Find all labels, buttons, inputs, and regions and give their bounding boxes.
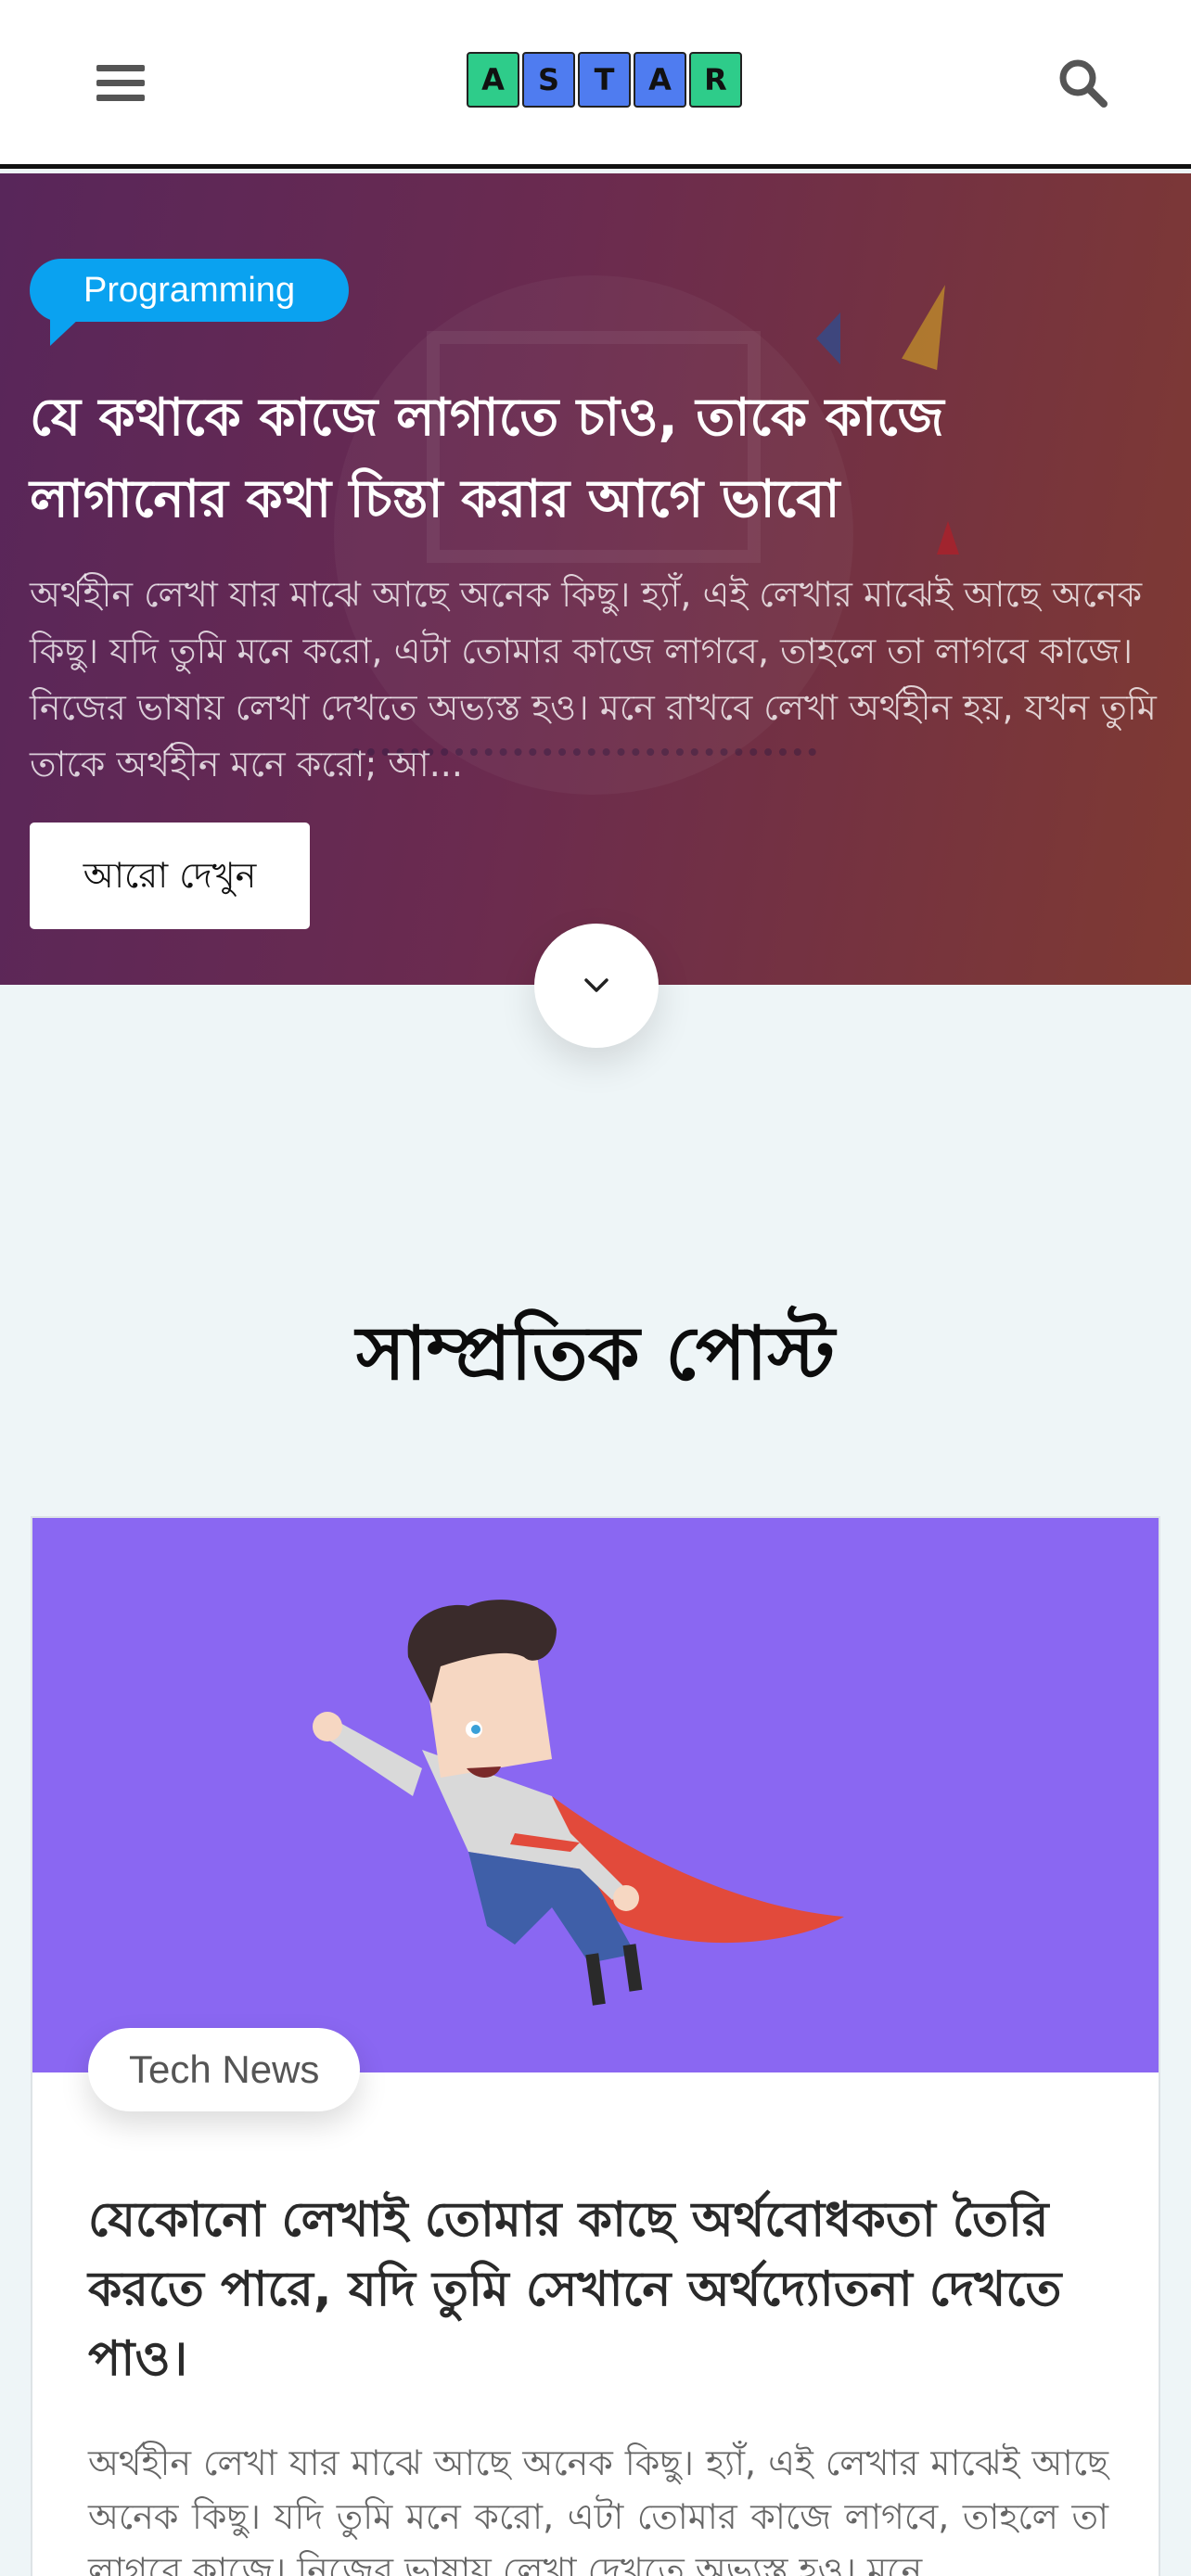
hero-excerpt: অর্থহীন লেখা যার মাঝে আছে অনেক কিছু। হ্য… [30, 574, 1157, 784]
logo-letter: T [578, 52, 631, 108]
superhero-illustration [313, 1600, 844, 2006]
logo-letter: A [467, 52, 519, 108]
hamburger-icon[interactable] [96, 65, 145, 102]
post-title[interactable]: যেকোনো লেখাই তোমার কাছে অর্থবোধকতা তৈরি … [88, 2186, 1127, 2394]
logo-letter: R [689, 52, 742, 108]
post-excerpt: অর্থহীন লেখা যার মাঝে আছে অনেক কিছু। হ্য… [88, 2442, 1108, 2576]
badge-tail [50, 318, 80, 346]
site-logo[interactable]: A S T A R [467, 52, 742, 108]
confetti-shape [902, 279, 963, 370]
featured-post-hero: Programming যে কথাকে কাজে লাগাতে চাও, তা… [0, 173, 1191, 985]
site-header: A S T A R [0, 0, 1191, 169]
section-title: সাম্প্রতিক পোস্ট [356, 1310, 835, 1396]
confetti-shape [816, 312, 840, 364]
chevron-down-icon [584, 978, 608, 992]
logo-letter: S [522, 52, 575, 108]
hero-title[interactable]: যে কথাকে কাজে লাগাতে চাও, তাকে কাজে লাগা… [30, 377, 1143, 541]
post-card[interactable]: Tech News যেকোনো লেখাই তোমার কাছে অর্থবো… [31, 1516, 1160, 2576]
logo-letter: A [634, 52, 686, 108]
search-icon[interactable] [1057, 57, 1109, 109]
hero-category-badge[interactable]: Programming [30, 259, 350, 322]
post-category-tag[interactable]: Tech News [88, 2028, 361, 2111]
post-thumbnail[interactable] [32, 1518, 1159, 2072]
scroll-down-button[interactable] [534, 924, 659, 1048]
read-more-button[interactable]: আরো দেখুন [30, 823, 310, 929]
